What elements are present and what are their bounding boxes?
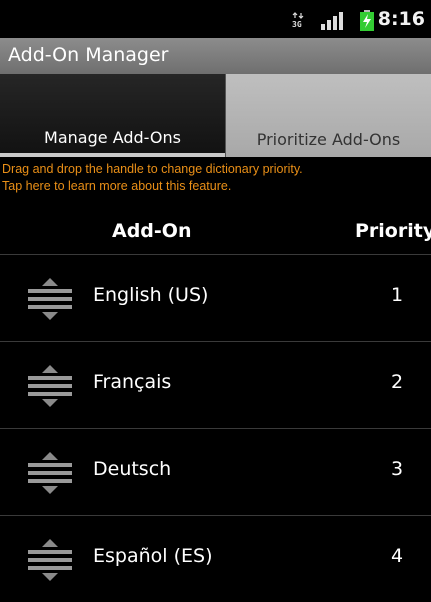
addon-row[interactable]: Deutsch 3 [0, 428, 431, 515]
status-time: 8:16 [377, 8, 425, 30]
svg-text:3G: 3G [292, 20, 302, 28]
addon-priority: 4 [390, 545, 404, 567]
app-title: Add-On Manager [8, 44, 169, 66]
addon-priority: 3 [390, 458, 404, 480]
addon-row[interactable]: English (US) 1 [0, 254, 431, 341]
tab-prioritize-add-ons[interactable]: Prioritize Add-Ons [225, 74, 431, 157]
addon-name: English (US) [93, 284, 209, 306]
info-line: Drag and drop the handle to change dicti… [2, 162, 303, 176]
addon-row[interactable]: Español (ES) 4 [0, 515, 431, 602]
tab-label: Prioritize Add-Ons [256, 130, 401, 149]
network-3g-icon: 3G [292, 12, 304, 29]
addon-name: Español (ES) [93, 545, 213, 567]
addon-priority: 1 [390, 284, 404, 306]
addon-name: Français [93, 371, 172, 393]
tab-manage-add-ons[interactable]: Manage Add-Ons [0, 74, 225, 157]
signal-strength-icon [321, 12, 343, 30]
info-line: Tap here to learn more about this featur… [2, 179, 232, 193]
drag-handle-icon[interactable] [26, 277, 74, 321]
drag-handle-icon[interactable] [26, 364, 74, 408]
addon-row[interactable]: Français 2 [0, 341, 431, 428]
drag-handle-icon[interactable] [26, 538, 74, 582]
tab-label: Manage Add-Ons [44, 128, 181, 147]
title-bar: Add-On Manager [0, 38, 431, 74]
drag-handle-icon[interactable] [26, 451, 74, 495]
priority-info-link[interactable]: Drag and drop the handle to change dicti… [2, 161, 427, 195]
column-header-addon: Add-On [112, 220, 192, 242]
table-header: Add-On Priority [0, 212, 431, 254]
addon-priority: 2 [390, 371, 404, 393]
status-bar: 3G 8:16 [0, 0, 431, 38]
column-header-priority: Priority [355, 220, 431, 242]
addon-name: Deutsch [93, 458, 172, 480]
tab-bar: Manage Add-Ons Prioritize Add-Ons [0, 74, 431, 157]
addon-list: English (US) 1 Français 2 Deutsch 3 Espa… [0, 254, 431, 602]
battery-charging-icon [360, 10, 374, 31]
